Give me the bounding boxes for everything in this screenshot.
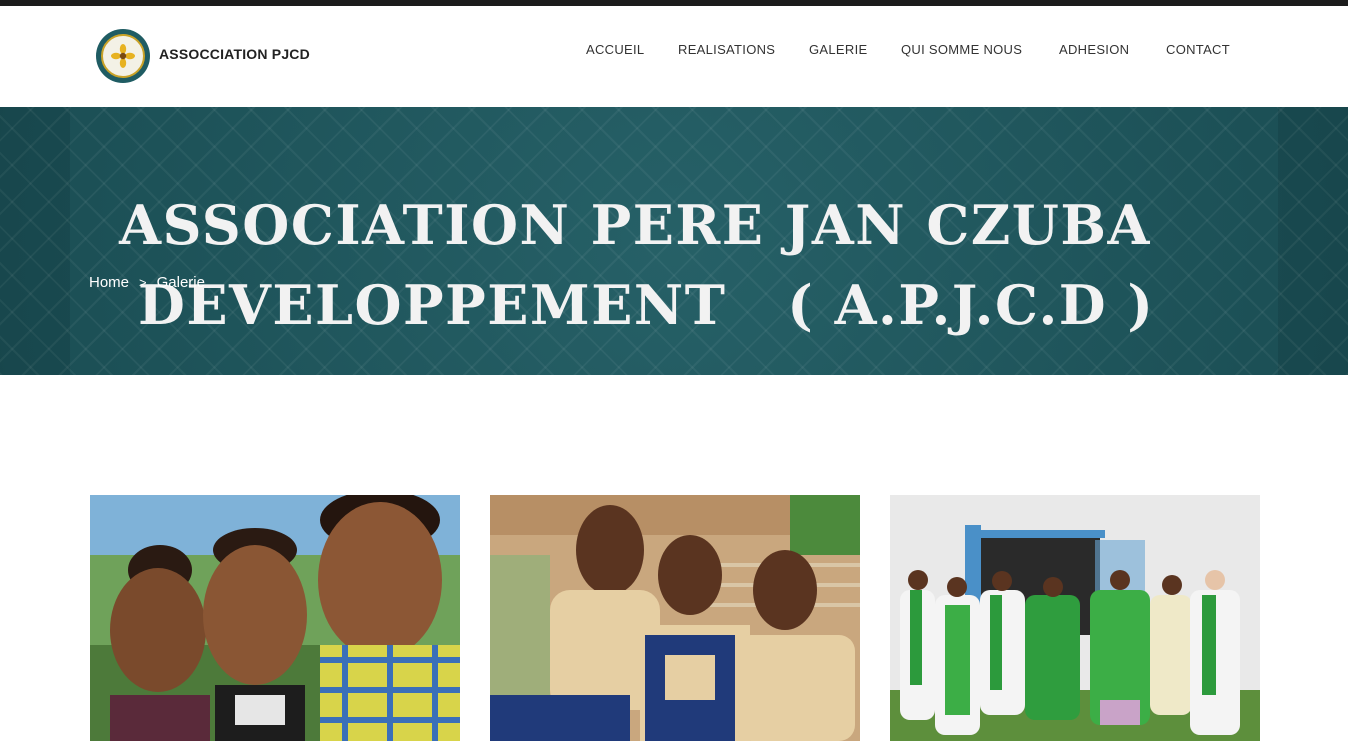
main-nav: ACCUEIL REALISATIONS GALERIE QUI SOMME N… (0, 42, 1348, 62)
nav-item-accueil[interactable]: ACCUEIL (586, 42, 644, 57)
gallery-image-children[interactable] (90, 495, 460, 741)
banner-right-edge (1278, 107, 1348, 375)
gallery-image-schoolgirls[interactable] (490, 495, 860, 741)
banner-title-line2: DEVELOPPEMENT ( A.P.J.C.D ) (138, 273, 1155, 337)
nav-item-adhesion[interactable]: ADHESION (1059, 42, 1129, 57)
photo-clergy-procession (890, 495, 1260, 741)
photo-schoolgirls-in-uniform (490, 495, 860, 741)
photo-three-smiling-children (90, 495, 460, 741)
breadcrumb-current: Galerie (156, 274, 205, 291)
nav-item-galerie[interactable]: GALERIE (809, 42, 867, 57)
breadcrumb-home-link[interactable]: Home (89, 274, 129, 291)
banner-title-line1: ASSOCIATION PERE JAN CZUBA (119, 193, 1151, 257)
breadcrumb: Home > Galerie (89, 274, 205, 291)
chevron-right-icon: > (139, 275, 147, 290)
nav-item-realisations[interactable]: REALISATIONS (678, 42, 775, 57)
gallery-image-clergy[interactable] (890, 495, 1260, 741)
nav-item-qui-somme-nous[interactable]: QUI SOMME NOUS (901, 42, 1022, 57)
site-header: ASSOCCIATION PJCD ACCUEIL REALISATIONS G… (0, 6, 1348, 107)
nav-item-contact[interactable]: CONTACT (1166, 42, 1230, 57)
